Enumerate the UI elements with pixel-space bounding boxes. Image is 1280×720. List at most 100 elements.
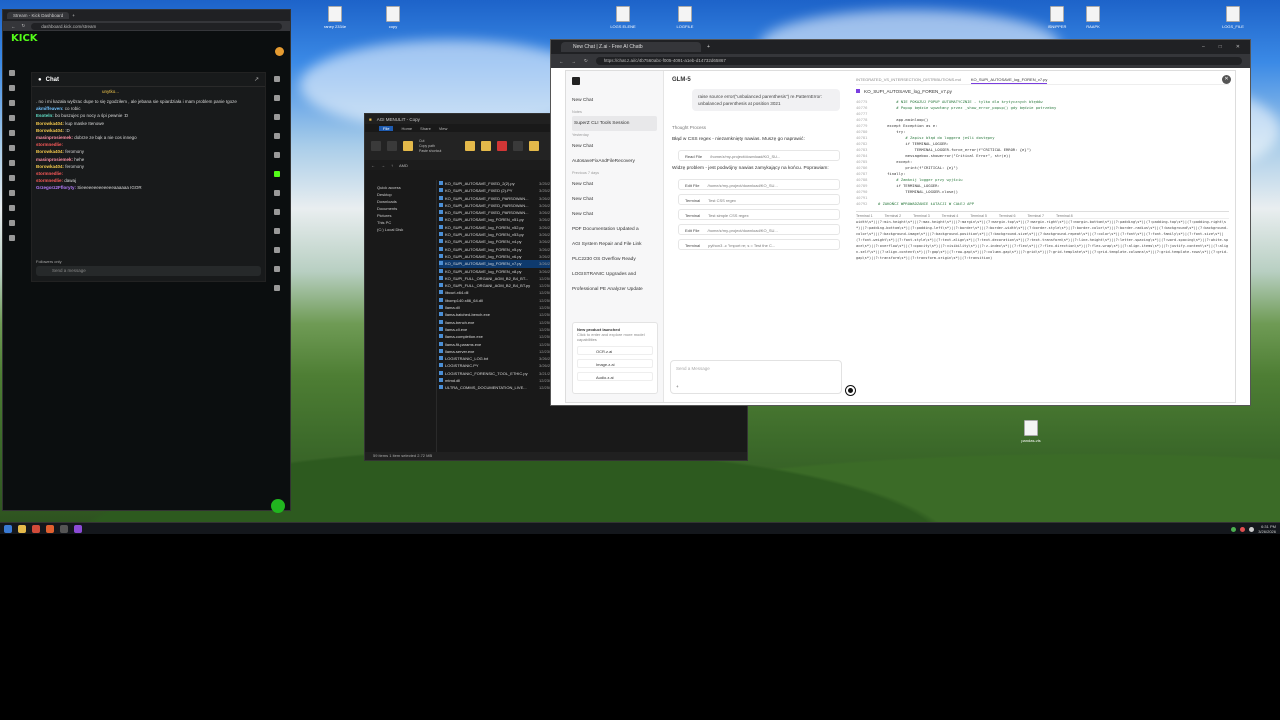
move-to-button[interactable]: [465, 141, 475, 151]
browser-tab[interactable]: New Chat | Z.ai - Free AI Chatb: [561, 42, 701, 52]
sidebar-item[interactable]: Professional PE Analyzer Update: [572, 282, 657, 297]
tool-icon[interactable]: [274, 95, 280, 101]
nav-icon[interactable]: [9, 160, 15, 166]
promo-item-image[interactable]: Image.z.ai: [577, 359, 653, 368]
message-input[interactable]: Send a Message +: [670, 360, 855, 395]
explorer-icon[interactable]: [18, 524, 26, 533]
tab-home[interactable]: Home: [401, 126, 412, 131]
nav-icon[interactable]: [9, 70, 15, 76]
terminal-tab[interactable]: Terminal 6: [999, 212, 1016, 218]
tool-call[interactable]: Edit File/home/z/my-project/download/KO_…: [678, 179, 840, 190]
desktop-icon[interactable]: RAAPK: [1076, 6, 1110, 29]
terminal-tab[interactable]: Terminal 7: [1027, 212, 1044, 218]
reload-icon[interactable]: ↻: [584, 58, 588, 64]
close-icon[interactable]: ✕: [1222, 75, 1231, 84]
tool-call[interactable]: Edit File/home/z/my-project/download/KO_…: [678, 224, 840, 235]
promo-item-ocr[interactable]: OCR.z.ai: [577, 346, 653, 355]
tool-icon[interactable]: [274, 247, 280, 253]
sidebar-item[interactable]: This PC: [367, 219, 434, 226]
new-chat-button[interactable]: New Chat: [572, 93, 657, 108]
tab-file[interactable]: File: [379, 125, 394, 131]
chat-username[interactable]: Borowka404:: [36, 149, 64, 154]
copy-button[interactable]: [387, 141, 397, 151]
url-field[interactable]: https://chat.z.ai/c/4b7560abc-f005-4091-…: [595, 57, 1242, 65]
pinned-message[interactable]: unytko...: [32, 87, 265, 94]
avatar[interactable]: [275, 47, 284, 56]
tool-icon[interactable]: [274, 114, 280, 120]
minimize-icon[interactable]: –: [1202, 44, 1205, 50]
maximize-icon[interactable]: □: [1219, 44, 1222, 50]
tool-icon[interactable]: [274, 209, 280, 215]
firefox-icon[interactable]: [46, 524, 54, 533]
back-icon[interactable]: ←: [559, 59, 564, 64]
tool-call[interactable]: Read File/home/z/my-project/download/KO_…: [678, 150, 840, 161]
new-folder-button[interactable]: [529, 141, 539, 151]
rename-button[interactable]: [513, 141, 523, 151]
promo-card[interactable]: New product launched Click to enter and …: [572, 322, 658, 394]
brave-icon[interactable]: [32, 524, 40, 533]
sidebar-item[interactable]: Downloads: [367, 198, 434, 205]
chat-input[interactable]: Send a message: [36, 266, 261, 276]
tool-icon[interactable]: [274, 133, 280, 139]
tab-share[interactable]: Share: [420, 126, 431, 131]
chat-username[interactable]: akmiffeaven:: [36, 106, 64, 111]
desktop-icon[interactable]: pandas-vis: [1014, 420, 1048, 443]
add-icon[interactable]: +: [676, 384, 679, 389]
chat-username[interactable]: stormnedlie:: [36, 171, 63, 176]
chat-username[interactable]: Borowka404:: [36, 121, 64, 126]
path-field[interactable]: AMD: [399, 163, 408, 168]
sidebar-item[interactable]: Pictures: [367, 212, 434, 219]
kick-logo[interactable]: KICK: [11, 33, 38, 44]
start-icon[interactable]: [4, 524, 12, 533]
browser-tab[interactable]: Stream - Kick Dashboard: [7, 12, 70, 19]
tool-call[interactable]: Terminal Test simple CSS regex: [678, 209, 840, 220]
tool-icon[interactable]: [274, 152, 280, 158]
file-tab[interactable]: INTEGRATED_VS_INTERSECTION_DISTRIBUTIONS…: [856, 75, 961, 84]
tool-icon[interactable]: [274, 76, 280, 82]
nav-icon[interactable]: [9, 130, 15, 136]
sidebar-item[interactable]: (C:) Local Disk: [367, 226, 434, 233]
sidebar-item[interactable]: New Chat: [572, 207, 657, 222]
nav-icon[interactable]: [9, 115, 15, 121]
tool-icon[interactable]: [274, 266, 280, 272]
tool-call[interactable]: Terminal python3 -c "import re; s = Test …: [678, 239, 840, 250]
sidebar-item[interactable]: Quick access: [367, 184, 434, 191]
desktop-icon[interactable]: raney 2334e: [318, 6, 352, 29]
app-icon[interactable]: [60, 524, 68, 533]
delete-button[interactable]: [497, 141, 507, 151]
desktop-icon[interactable]: LOGS_FILE: [1216, 6, 1250, 29]
tool-icon[interactable]: [274, 285, 280, 291]
url-field[interactable]: dashboard.kick.com/stream: [31, 22, 282, 30]
clock[interactable]: 6:31 PM 3/26/2026: [1258, 524, 1276, 534]
sidebar-item[interactable]: LOGISTRANIC Upgrades and: [572, 267, 657, 282]
nav-icon[interactable]: [9, 235, 15, 241]
chat-username[interactable]: Borowka404:: [36, 128, 64, 133]
chat-username[interactable]: stormnedlie:: [36, 178, 63, 183]
chat-username[interactable]: masinprosiemek:: [36, 157, 73, 162]
app-icon[interactable]: [74, 524, 82, 533]
forward-icon[interactable]: →: [572, 59, 577, 64]
chat-username[interactable]: masinprosiemek:: [36, 135, 73, 140]
nav-icon[interactable]: [9, 145, 15, 151]
model-name[interactable]: GLM-5: [672, 77, 840, 83]
action-button[interactable]: [271, 499, 285, 513]
tool-icon[interactable]: [274, 228, 280, 234]
close-icon[interactable]: ✕: [1236, 44, 1240, 50]
sidebar-item[interactable]: Desktop: [367, 191, 434, 198]
sidebar-item[interactable]: PLC2230 OS Overflow Ready: [572, 252, 657, 267]
chat-username[interactable]: Esoteln:: [36, 113, 54, 118]
nav-icon[interactable]: [9, 220, 15, 226]
sidebar-item[interactable]: New Chat: [572, 139, 657, 154]
chat-username[interactable]: Grzegorz2Ffloryty:: [36, 185, 76, 190]
sidebar-item[interactable]: AutosaveFixAndFileRecovery: [572, 154, 657, 169]
popout-icon[interactable]: ↗: [254, 76, 259, 83]
promo-item-audio[interactable]: Audio.z.ai: [577, 372, 653, 381]
chat-toggle-icon[interactable]: [274, 171, 280, 177]
terminal-tab[interactable]: Terminal 1: [856, 212, 873, 218]
zai-logo[interactable]: [572, 77, 580, 85]
copy-to-button[interactable]: [481, 141, 491, 151]
desktop-icon[interactable]: copy: [376, 6, 410, 29]
nav-icon[interactable]: [9, 205, 15, 211]
desktop-icon[interactable]: LOGS ELENE: [606, 6, 640, 29]
tool-call[interactable]: Terminal Test CSS regex: [678, 194, 840, 205]
